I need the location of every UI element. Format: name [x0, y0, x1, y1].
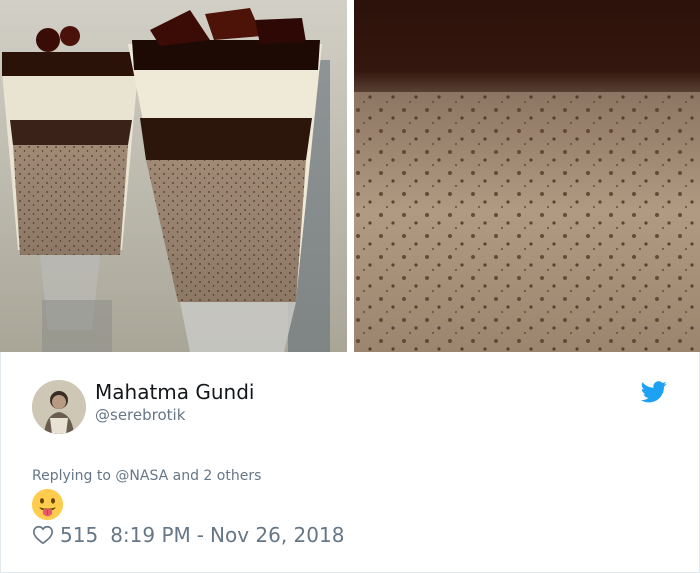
- reply-others-link[interactable]: and 2 others: [173, 468, 262, 484]
- tweet-meta: 515 8:19 PM - Nov 26, 2018: [32, 522, 344, 548]
- dessert-glasses-photo[interactable]: [0, 0, 347, 352]
- tweet-time[interactable]: 8:19 PM: [110, 523, 191, 547]
- tweet-date[interactable]: Nov 26, 2018: [210, 523, 344, 547]
- display-name[interactable]: Mahatma Gundi: [95, 380, 254, 404]
- heart-icon[interactable]: [32, 524, 54, 546]
- time-date-separator: -: [196, 523, 204, 547]
- reply-mention-link[interactable]: @NASA: [115, 468, 168, 484]
- dessert-closeup-photo[interactable]: [354, 0, 700, 352]
- reply-prefix: Replying to: [32, 468, 111, 484]
- user-handle[interactable]: @serebrotik: [95, 406, 185, 424]
- twitter-bird-icon[interactable]: [641, 381, 667, 403]
- photo-grid: [0, 0, 700, 352]
- reply-context: Replying to @NASA and 2 others: [32, 468, 261, 484]
- avatar[interactable]: [32, 380, 86, 434]
- like-count[interactable]: 515: [60, 523, 98, 547]
- tongue-face-emoji-icon: [31, 488, 64, 521]
